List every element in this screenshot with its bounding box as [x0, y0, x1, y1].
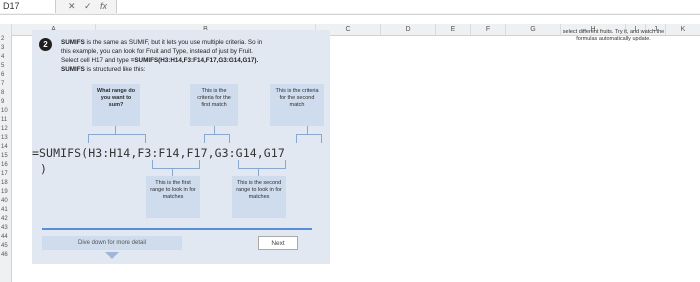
- bracket-criteria-second: [296, 134, 322, 143]
- row-header[interactable]: 4: [0, 53, 11, 62]
- enter-icon[interactable]: ✓: [84, 1, 92, 12]
- intro-line-1: is the same as SUMIF, but it lets you us…: [86, 39, 263, 46]
- tutorial-progress-bar: [42, 228, 312, 230]
- callout-range-first: This is the first range to look in for m…: [146, 176, 200, 218]
- dive-down-button[interactable]: Dive down for more detail: [42, 236, 182, 250]
- bracket-range-second: [238, 160, 286, 169]
- connector-line: [307, 126, 308, 134]
- intro-function-name: SUMIFS: [61, 39, 85, 46]
- fx-icon[interactable]: fx: [100, 1, 107, 11]
- row-header[interactable]: 12: [0, 125, 11, 134]
- connector-line: [214, 126, 215, 134]
- row-header[interactable]: 14: [0, 143, 11, 152]
- cancel-icon[interactable]: ✕: [68, 1, 76, 12]
- bracket-criteria-first: [204, 134, 230, 143]
- callout-criteria-second: This is the criteria for the second matc…: [270, 84, 324, 126]
- row-header[interactable]: 11: [0, 116, 11, 125]
- sumifs-formula-close: ): [40, 162, 47, 176]
- row-header[interactable]: 43: [0, 224, 11, 233]
- next-button[interactable]: Next: [258, 236, 298, 250]
- callout-range-second: This is the second range to look in for …: [232, 176, 286, 218]
- row-header[interactable]: 46: [0, 251, 11, 260]
- intro-line-2: this example, you can look for Fruit and…: [61, 48, 254, 55]
- row-header[interactable]: 40: [0, 197, 11, 206]
- intro-line-4: is structured like this:: [86, 66, 146, 73]
- name-box[interactable]: D17: [0, 0, 56, 13]
- row-header[interactable]: 42: [0, 215, 11, 224]
- bracket-sum-range: [88, 134, 146, 143]
- formula-input[interactable]: [116, 0, 700, 13]
- column-header-f[interactable]: F: [470, 24, 505, 35]
- row-header[interactable]: 2: [0, 35, 11, 44]
- connector-line: [115, 126, 116, 134]
- step-number-badge: 2: [39, 38, 52, 51]
- connector-line: [172, 168, 173, 176]
- callout-criteria-first: This is the criteria for the first match: [190, 84, 238, 126]
- row-header[interactable]: 44: [0, 233, 11, 242]
- formula-bar: D17 ✕ ✓ fx: [0, 0, 700, 15]
- connector-line: [258, 168, 259, 176]
- progress-fill: [42, 228, 312, 230]
- row-header[interactable]: 45: [0, 242, 11, 251]
- intro-function-name-2: SUMIFS: [61, 66, 85, 73]
- callout-sum-range: What range do you want to sum?: [92, 84, 140, 126]
- side-instruction-note: select different fruits. Try it, and wat…: [562, 29, 665, 42]
- bracket-range-first: [152, 160, 200, 169]
- intro-line-3: Select cell H17 and type: [61, 57, 131, 64]
- row-header[interactable]: 10: [0, 107, 11, 116]
- column-header-g[interactable]: G: [505, 24, 560, 35]
- row-header[interactable]: 3: [0, 44, 11, 53]
- row-header[interactable]: 9: [0, 98, 11, 107]
- row-header[interactable]: 17: [0, 170, 11, 179]
- column-header-e[interactable]: E: [435, 24, 470, 35]
- row-header[interactable]: 13: [0, 134, 11, 143]
- row-header[interactable]: 19: [0, 188, 11, 197]
- row-header[interactable]: 41: [0, 206, 11, 215]
- row-header[interactable]: 6: [0, 71, 11, 80]
- row-header[interactable]: 7: [0, 80, 11, 89]
- row-header[interactable]: 5: [0, 62, 11, 71]
- column-header-d[interactable]: D: [380, 24, 435, 35]
- row-header[interactable]: 8: [0, 89, 11, 98]
- row-header[interactable]: 18: [0, 179, 11, 188]
- sumifs-formula-example: =SUMIFS(H3:H14,F3:F14,F17,G3:G14,G17: [32, 146, 285, 160]
- row-header[interactable]: 15: [0, 152, 11, 161]
- step-instructions: SUMIFS is the same as SUMIF, but it lets…: [61, 38, 321, 74]
- chevron-down-icon[interactable]: [105, 252, 119, 259]
- row-headers: 2 3 4 5 6 7 8 9 10 11 12 13 14 15 16 17 …: [0, 35, 12, 282]
- intro-formula: =SUMIFS(H3:H14,F3:F14,F17,G3:G14,G17).: [130, 57, 259, 64]
- row-header[interactable]: 16: [0, 161, 11, 170]
